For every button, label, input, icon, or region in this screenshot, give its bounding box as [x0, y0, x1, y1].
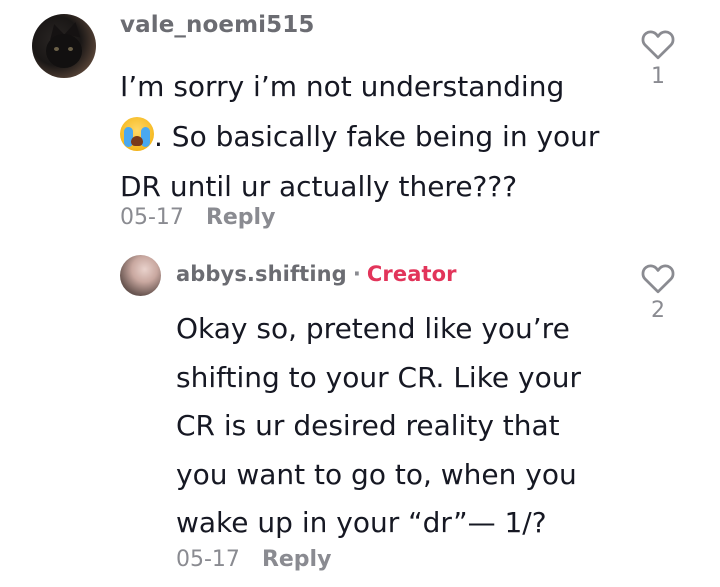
like-count: 2 [651, 298, 665, 323]
reply-text-line: you want to go to, when you [176, 457, 577, 491]
separator-dot: · [352, 262, 361, 286]
comment-text-line: . So basically fake being in your [154, 120, 600, 153]
reply-text-line: Okay so, pretend like you’re [176, 312, 570, 345]
reply-button[interactable]: Reply [262, 547, 332, 572]
reply-header: abbys.shifting · Creator [176, 262, 457, 286]
comment-text-line: I’m sorry i’m not understanding [120, 70, 565, 103]
reply-button[interactable]: Reply [206, 205, 276, 230]
heart-outline-icon[interactable] [640, 28, 676, 60]
cat-avatar[interactable] [32, 14, 96, 78]
reply-date: 05-17 [176, 547, 240, 572]
creator-badge: Creator [366, 262, 457, 286]
reply-text-line: shifting to your CR. Like your [176, 360, 582, 394]
loudly-crying-face-emoji [120, 117, 154, 151]
like-count: 1 [651, 64, 665, 89]
comment-date: 05-17 [120, 205, 184, 230]
comment-meta: 05-17 Reply [120, 205, 275, 230]
comment-username[interactable]: vale_noemi515 [120, 12, 314, 38]
heart-outline-icon[interactable] [640, 262, 676, 294]
reply-username[interactable]: abbys.shifting [176, 262, 347, 286]
reply-text-line: CR is ur desired reality that [176, 409, 560, 442]
comment-text: I’m sorry i’m not understanding . So bas… [120, 62, 599, 212]
like-button[interactable]: 1 [640, 28, 676, 89]
like-button[interactable]: 2 [640, 262, 676, 323]
reply-text: Okay so, pretend like you’re shifting to… [176, 305, 581, 548]
reply-meta: 05-17 Reply [176, 547, 331, 572]
profile-avatar[interactable] [120, 255, 161, 296]
reply-text-line: wake up in your “dr”— 1/? [176, 506, 547, 539]
